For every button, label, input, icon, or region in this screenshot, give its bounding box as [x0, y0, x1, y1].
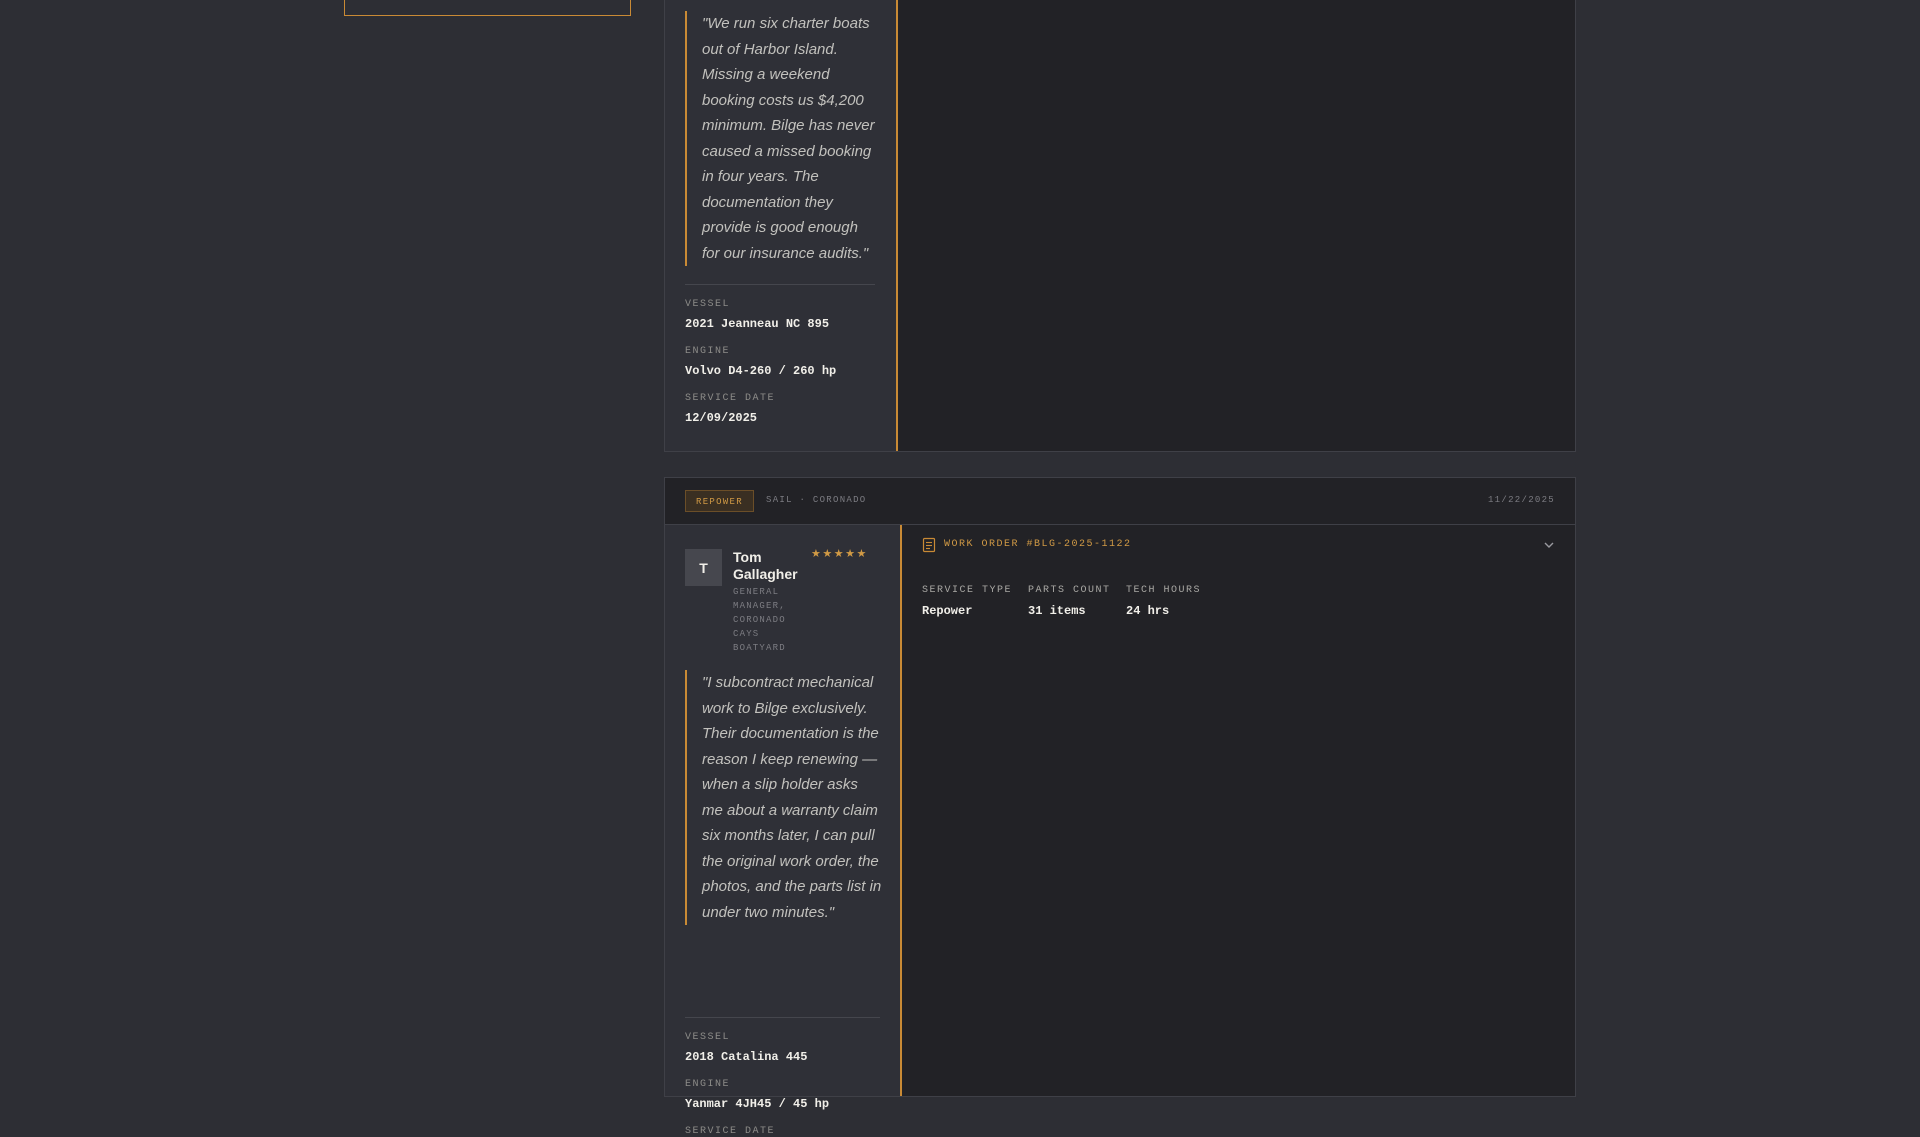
avatar: T: [685, 549, 722, 586]
service-date-label: SERVICE DATE: [685, 1126, 776, 1137]
testimonial-card: "We run six charter boats out of Harbor …: [664, 0, 1576, 452]
testimonial-left-column: "We run six charter boats out of Harbor …: [665, 0, 896, 451]
star-rating: ★★★★★: [811, 548, 868, 560]
card-header: REPOWER SAIL · CORONADO 11/22/2025: [665, 478, 1575, 525]
vessel-value: 2021 Jeanneau NC 895: [685, 317, 830, 331]
engine-value: Volvo D4-260 / 260 hp: [685, 364, 837, 378]
service-tag: REPOWER: [685, 490, 754, 512]
service-date-label: SERVICE DATE: [685, 393, 776, 404]
divider: [685, 1017, 880, 1018]
service-type-label: SERVICE TYPE: [922, 585, 1013, 596]
work-order-panel: [896, 0, 1575, 451]
vessel-label: VESSEL: [685, 299, 731, 310]
document-icon: [922, 537, 936, 553]
work-order-title[interactable]: WORK ORDER #BLG-2025-1122: [944, 539, 1132, 550]
reviewer-name: Tom Gallagher: [733, 549, 798, 582]
tech-hours-value: 24 hrs: [1126, 604, 1170, 618]
testimonial-quote: "I subcontract mechanical work to Bilge …: [685, 670, 882, 925]
testimonial-quote: "We run six charter boats out of Harbor …: [685, 11, 875, 266]
engine-label: ENGINE: [685, 1079, 731, 1090]
reviewer-role: GENERAL MANAGER, CORONADO CAYS BOATYARD: [733, 587, 786, 653]
work-order-panel: WORK ORDER #BLG-2025-1122 SERVICE TYPE R…: [900, 525, 1575, 1096]
divider: [685, 284, 875, 285]
chevron-down-icon[interactable]: [1541, 537, 1557, 553]
card-date: 11/22/2025: [1487, 495, 1555, 505]
service-date-value: 12/09/2025: [685, 411, 758, 425]
engine-value: Yanmar 4JH45 / 45 hp: [685, 1097, 830, 1111]
sidebar-box: [344, 0, 631, 16]
service-type-value: Repower: [922, 604, 973, 618]
parts-count-label: PARTS COUNT: [1028, 585, 1111, 596]
vessel-label: VESSEL: [685, 1032, 731, 1043]
engine-label: ENGINE: [685, 346, 731, 357]
card-meta: SAIL · CORONADO: [766, 495, 867, 505]
tech-hours-label: TECH HOURS: [1126, 585, 1202, 596]
vessel-value: 2018 Catalina 445: [685, 1050, 808, 1064]
parts-count-value: 31 items: [1028, 604, 1086, 618]
testimonial-left-column: T Tom Gallagher GENERAL MANAGER, CORONAD…: [665, 525, 900, 1137]
testimonial-card: REPOWER SAIL · CORONADO 11/22/2025 T Tom…: [664, 477, 1576, 1137]
